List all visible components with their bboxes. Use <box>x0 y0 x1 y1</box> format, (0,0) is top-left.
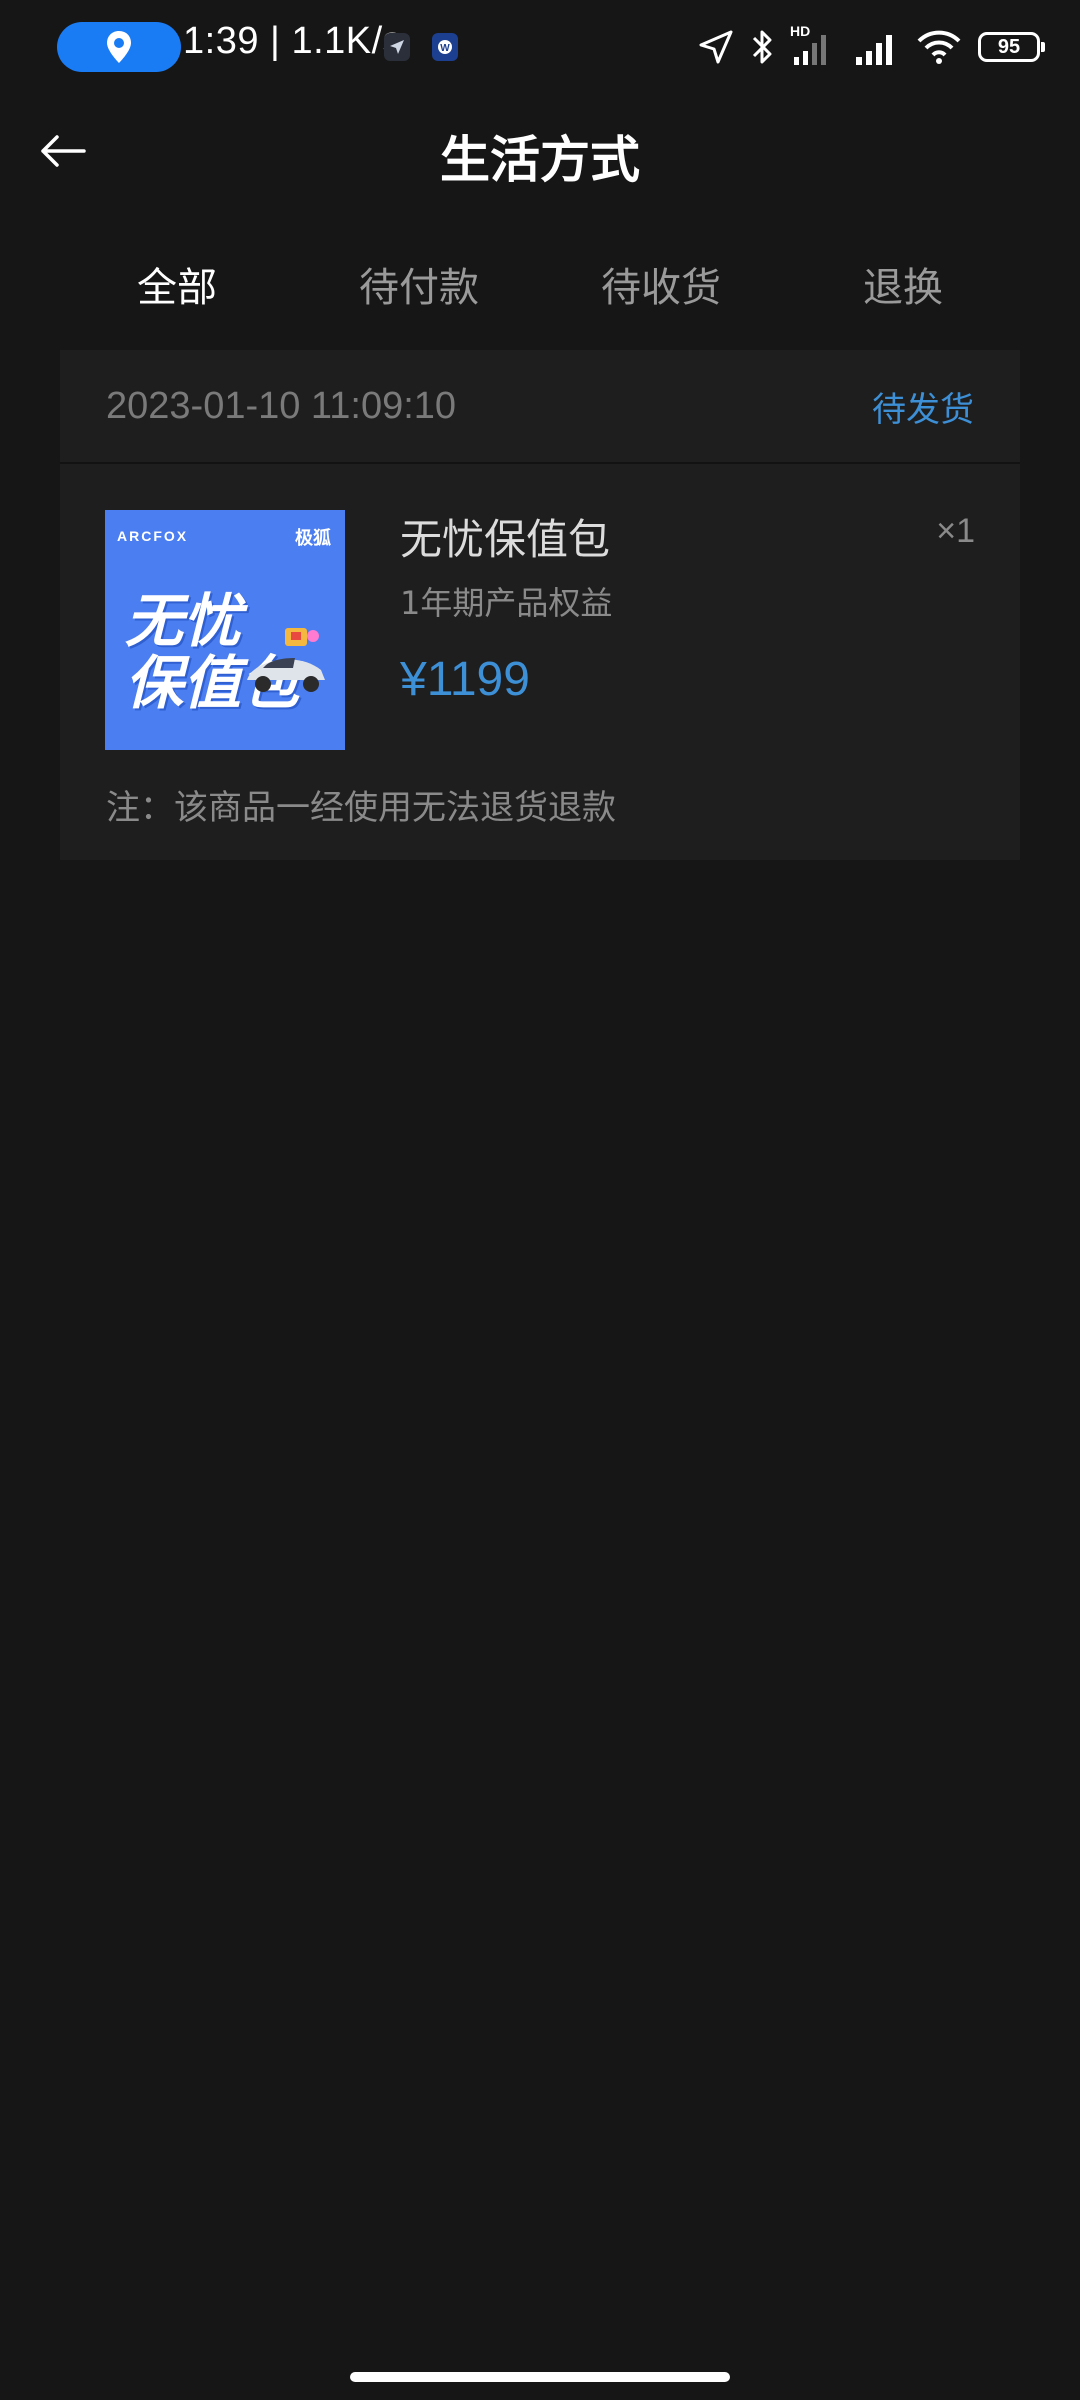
status-icons: HD 95 <box>698 22 1045 72</box>
product-quantity: ×1 <box>936 512 975 550</box>
wifi-icon <box>917 30 961 64</box>
w-app-icon: W <box>432 33 458 61</box>
location-arrow-icon <box>699 30 733 64</box>
product-image: ARCFOX 极狐 无忧 保值包 <box>105 510 345 750</box>
order-status: 待发货 <box>872 389 974 430</box>
product-description: 1年期产品权益 <box>400 584 613 622</box>
order-card[interactable]: 2023-01-10 11:09:10 待发货 ARCFOX 极狐 无忧 保值包… <box>60 350 1020 860</box>
tab-all[interactable]: 全部 <box>56 250 298 326</box>
brand-cn-text: 极狐 <box>295 528 331 549</box>
bluetooth-icon <box>752 30 772 64</box>
product-price: ¥1199 <box>400 653 530 706</box>
car-icon <box>247 628 325 692</box>
status-time-speed: 1:39 | 1.1K/s <box>183 20 403 62</box>
navigation-app-icon <box>384 33 410 61</box>
page-title: 生活方式 <box>440 131 640 189</box>
return-policy-note: 注：该商品一经使用无法退货退款 <box>106 788 616 828</box>
tab-pending-receipt[interactable]: 待收货 <box>540 250 782 326</box>
battery-icon: 95 <box>978 32 1045 62</box>
svg-text:W: W <box>440 43 450 54</box>
signal-icon <box>856 35 892 65</box>
order-tabs: 全部 待付款 待收货 退换 <box>56 250 1024 326</box>
home-indicator[interactable] <box>350 2372 730 2382</box>
header: 生活方式 <box>0 96 1080 212</box>
hd-signal-icon: HD <box>790 23 838 67</box>
order-datetime: 2023-01-10 11:09:10 <box>106 384 457 427</box>
order-card-header: 2023-01-10 11:09:10 待发货 <box>60 350 1020 464</box>
brand-logo-text: ARCFOX <box>117 528 189 544</box>
status-bar: 1:39 | 1.1K/s W HD 95 <box>0 0 1080 96</box>
location-indicator[interactable] <box>57 22 181 72</box>
product-item[interactable]: ARCFOX 极狐 无忧 保值包 无忧保值包 1年期产品权益 ×1 ¥1199 <box>60 466 1020 750</box>
location-pin-icon <box>107 31 131 63</box>
product-name: 无忧保值包 <box>400 515 611 564</box>
tab-pending-payment[interactable]: 待付款 <box>298 250 540 326</box>
tab-returns[interactable]: 退换 <box>782 250 1024 326</box>
